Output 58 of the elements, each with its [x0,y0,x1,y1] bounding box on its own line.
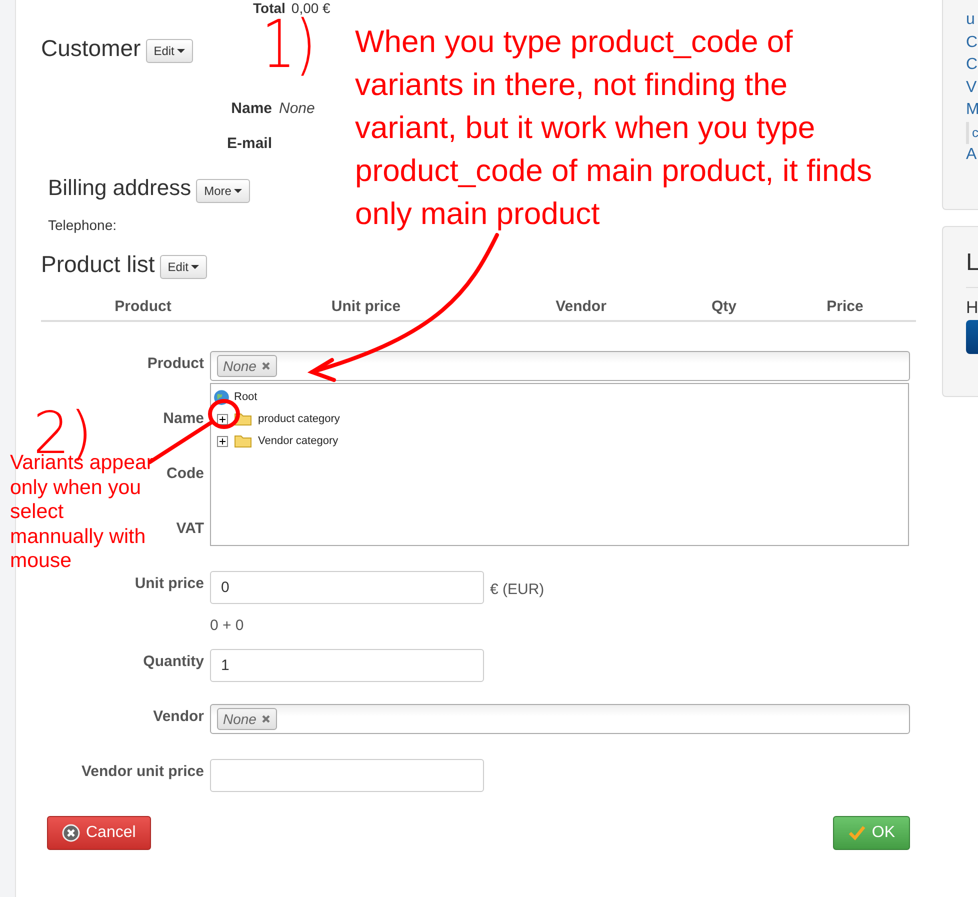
column-header: Qty [712,298,736,315]
telephone-label: Telephone: [48,217,117,233]
input-field[interactable]: 0 [210,571,484,604]
price-note: 0 + 0 [210,617,244,634]
field-label: Vendor [153,708,204,725]
ok-button[interactable]: OK [832,816,910,850]
sidebar-link[interactable]: C [966,54,978,76]
caret-icon [191,265,200,269]
edit-button[interactable]: Edit [146,39,194,63]
sidebar-link[interactable]: M [966,99,978,122]
check-icon [848,824,866,842]
field-label: Code [166,465,204,482]
tree-item[interactable]: Vendor category [258,435,338,447]
input-field[interactable]: 1 [210,649,484,682]
field-label: Name [163,410,204,427]
remove-icon[interactable] [261,714,272,724]
section-title: Customer [41,34,141,62]
field-label: Product [147,355,204,372]
remove-icon[interactable] [261,361,272,371]
field-value: None [279,100,315,116]
quote-text: c [966,122,978,144]
caret-icon [177,49,186,53]
field-label: Unit price [134,575,204,592]
sidebar-link[interactable]: V [966,76,977,99]
column-header: Vendor [556,298,606,315]
close-icon [62,824,80,842]
total-label: Total [253,0,286,16]
cancel-button[interactable]: Cancel [47,816,151,850]
select-field[interactable]: None [210,704,910,734]
edit-button[interactable]: Edit [160,255,208,279]
sidebar-link[interactable]: u [966,9,975,32]
tree-item[interactable]: product category [258,413,340,425]
column-header: Unit price [331,298,401,315]
globe-icon [213,388,230,406]
column-header: Price [826,298,864,315]
select-field[interactable]: None [210,351,910,381]
tree-item[interactable]: Root [234,391,258,403]
folder-icon [234,434,252,448]
section-title: Billing address [48,175,192,201]
currency-label: € (EUR) [490,580,544,598]
tag-chip[interactable]: None [217,708,278,730]
field-label: Quantity [143,653,204,670]
field-label: VAT [176,520,204,537]
field-label: E-mail [226,134,272,152]
field-label: Name [230,100,272,116]
panel-text: H [966,298,978,318]
field-label: Vendor unit price [81,763,204,780]
input-field[interactable] [210,759,484,792]
sidebar-link[interactable]: A [966,144,977,166]
expand-icon[interactable] [217,436,228,446]
section-title: Product list [41,250,155,278]
expand-icon[interactable] [217,414,228,424]
tag-chip[interactable]: None [217,355,278,377]
column-header: Product [114,298,172,315]
caret-icon [234,189,242,193]
more-button[interactable]: More [196,179,250,203]
sidebar-link[interactable]: C [966,32,978,54]
annotation-text: When you type product_code of variants in there, not finding the variant, but it work when you type product_code of main product, it finds only main product [355,23,873,233]
